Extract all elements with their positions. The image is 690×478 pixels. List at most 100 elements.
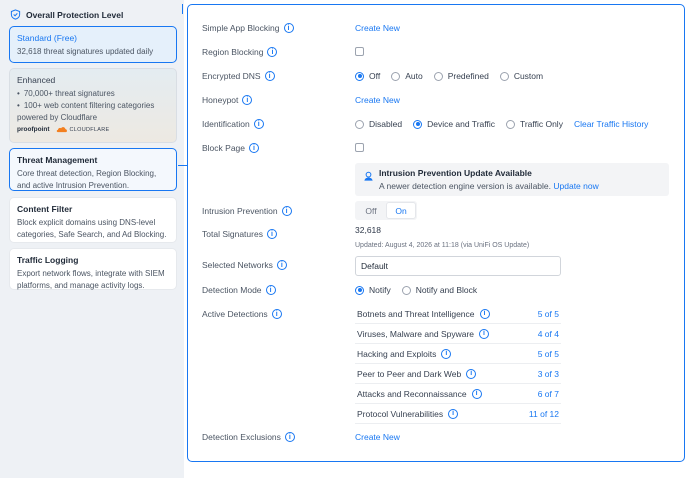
protection-level-header: Overall Protection Level — [10, 9, 123, 20]
info-icon[interactable]: i — [448, 408, 459, 419]
simple-app-blocking-label: Simple App Blocking i — [202, 23, 294, 33]
info-icon[interactable]: i — [441, 348, 452, 359]
standard-desc: 32,618 threat signatures updated daily — [17, 47, 154, 56]
block-page-checkbox[interactable] — [355, 143, 364, 152]
threat-desc-line: and active Intrusion Prevention. — [17, 181, 130, 190]
identification-option-device-traffic[interactable]: Device and Traffic — [413, 119, 495, 129]
detection-mode-radio-group: Notify Notify and Block — [355, 285, 488, 295]
detection-row[interactable]: Viruses, Malware and Spyware i 4 of 4 — [355, 324, 561, 344]
identification-option-traffic-only[interactable]: Traffic Only — [505, 119, 563, 129]
info-icon[interactable]: i — [466, 368, 477, 379]
enhanced-title: Enhanced — [17, 75, 56, 85]
selected-networks-select[interactable]: Default — [355, 256, 561, 276]
detection-count[interactable]: 6 of 7 — [538, 389, 559, 399]
honeypot-create-button[interactable]: Create New — [355, 95, 400, 105]
info-icon[interactable]: i — [276, 260, 287, 270]
honeypot-label: Honeypot i — [202, 95, 253, 105]
region-blocking-label: Region Blocking i — [202, 47, 278, 57]
active-detections-list: Botnets and Threat Intelligence i 5 of 5 … — [355, 304, 561, 424]
detection-count[interactable]: 3 of 3 — [538, 369, 559, 379]
logging-desc-line: Export network flows, integrate with SIE… — [17, 269, 165, 278]
info-icon[interactable]: i — [266, 229, 277, 239]
info-icon[interactable]: i — [471, 388, 482, 399]
detection-row[interactable]: Attacks and Reconnaissance i 6 of 7 — [355, 384, 561, 404]
info-icon[interactable]: i — [283, 23, 294, 33]
dns-option-auto[interactable]: Auto — [391, 71, 423, 81]
ips-off-button[interactable]: Off — [356, 202, 386, 219]
radio[interactable] — [391, 71, 401, 81]
feature-card-content-filter[interactable]: Content Filter Block explicit domains us… — [9, 197, 177, 243]
intrusion-prevention-label: Intrusion Prevention i — [202, 206, 292, 216]
encrypted-dns-label: Encrypted DNS i — [202, 71, 275, 81]
detection-count[interactable]: 11 of 12 — [529, 409, 559, 419]
total-signatures-value: 32,618 — [355, 225, 381, 235]
detection-row[interactable]: Botnets and Threat Intelligence i 5 of 5 — [355, 304, 561, 324]
logging-title: Traffic Logging — [17, 255, 79, 265]
feature-card-traffic-logging[interactable]: Traffic Logging Export network flows, in… — [9, 248, 177, 290]
info-icon[interactable]: i — [264, 71, 275, 81]
notice-title: Intrusion Prevention Update Available — [379, 168, 532, 178]
detection-mode-label: Detection Mode i — [202, 285, 276, 295]
exclusions-create-button[interactable]: Create New — [355, 432, 400, 442]
detection-count[interactable]: 5 of 5 — [538, 309, 559, 319]
radio[interactable] — [505, 119, 515, 129]
identification-radio-group: Disabled Device and Traffic Traffic Only… — [355, 119, 648, 129]
radio[interactable] — [355, 119, 364, 129]
content-title: Content Filter — [17, 204, 73, 214]
detection-count[interactable]: 4 of 4 — [538, 329, 559, 339]
selection-connector — [182, 4, 183, 14]
radio-selected[interactable] — [355, 71, 364, 81]
update-now-link[interactable]: Update now — [553, 181, 598, 191]
radio[interactable] — [401, 285, 411, 295]
detection-name: Hacking and Exploits — [357, 348, 437, 359]
feature-card-threat-management[interactable]: Threat Management Core threat detection,… — [9, 148, 177, 191]
detection-row[interactable]: Protocol Vulnerabilities i 11 of 12 — [355, 404, 561, 424]
level-card-enhanced[interactable]: Enhanced • 70,000+ threat signatures • 100… — [9, 68, 177, 143]
ips-update-notice: Intrusion Prevention Update Available A … — [355, 163, 669, 196]
active-detections-label: Active Detections i — [202, 309, 282, 319]
info-icon[interactable]: i — [284, 432, 295, 442]
detection-name: Attacks and Reconnaissance — [357, 388, 467, 399]
enhanced-bullet: • 100+ web content filtering categories — [17, 101, 155, 110]
detection-count[interactable]: 5 of 5 — [538, 349, 559, 359]
ips-on-button[interactable]: On — [386, 202, 416, 219]
info-icon[interactable]: i — [249, 143, 259, 153]
dns-option-predefined[interactable]: Predefined — [433, 71, 489, 81]
threat-desc-line: Core threat detection, Region Blocking, — [17, 169, 157, 178]
info-icon[interactable]: i — [479, 328, 490, 339]
info-icon[interactable]: i — [253, 119, 264, 129]
threat-title: Threat Management — [17, 155, 98, 165]
radio[interactable] — [499, 71, 509, 81]
dns-option-off[interactable]: Off — [355, 71, 380, 81]
info-icon[interactable]: i — [242, 95, 253, 105]
intrusion-prevention-toggle: Off On — [355, 201, 417, 220]
identification-label: Identification i — [202, 119, 264, 129]
detection-row[interactable]: Peer to Peer and Dark Web i 3 of 3 — [355, 364, 561, 384]
identification-option-disabled[interactable]: Disabled — [355, 119, 402, 129]
radio-selected[interactable] — [355, 285, 364, 295]
total-signatures-label: Total Signatures i — [202, 229, 277, 239]
info-icon[interactable]: i — [479, 308, 490, 319]
clear-traffic-history-link[interactable]: Clear Traffic History — [574, 119, 648, 129]
threat-management-panel: Simple App Blocking i Create New Region B… — [187, 4, 685, 462]
signatures-updated-text: Updated: August 4, 2026 at 11:18 (via Un… — [355, 242, 530, 249]
mode-option-notify-block[interactable]: Notify and Block — [401, 285, 477, 295]
detection-row[interactable]: Hacking and Exploits i 5 of 5 — [355, 344, 561, 364]
level-card-standard[interactable]: Standard (Free) 32,618 threat signatures… — [9, 26, 177, 63]
radio[interactable] — [433, 71, 443, 81]
standard-title: Standard (Free) — [17, 33, 77, 43]
simple-app-create-button[interactable]: Create New — [355, 23, 400, 33]
detection-name: Viruses, Malware and Spyware — [357, 328, 475, 339]
mode-option-notify[interactable]: Notify — [355, 285, 391, 295]
info-icon[interactable]: i — [281, 206, 292, 216]
info-icon[interactable]: i — [267, 47, 278, 57]
update-icon — [364, 171, 373, 181]
enhanced-bullet: • 70,000+ threat signatures — [17, 89, 115, 98]
radio-selected[interactable] — [413, 119, 423, 129]
dns-option-custom[interactable]: Custom — [499, 71, 543, 81]
detection-name: Peer to Peer and Dark Web — [357, 368, 462, 379]
info-icon[interactable]: i — [265, 285, 276, 295]
region-blocking-checkbox[interactable] — [355, 47, 364, 56]
info-icon[interactable]: i — [271, 309, 282, 319]
cloud-icon — [56, 127, 67, 133]
